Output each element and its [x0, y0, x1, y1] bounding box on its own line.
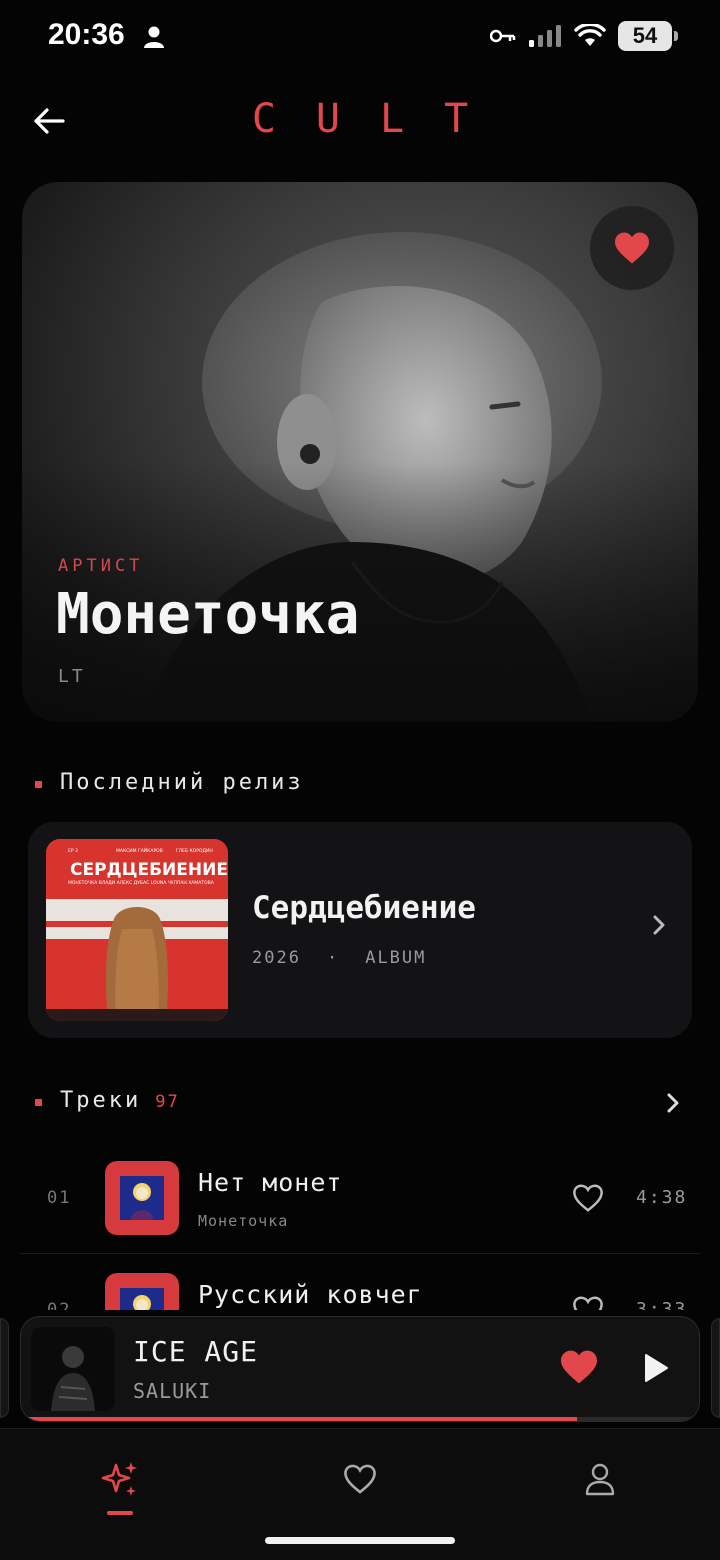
nav-discover[interactable] [80, 1451, 160, 1507]
release-cover-title: СЕРДЦЕБИЕНИЕ [70, 860, 228, 880]
battery-indicator: 54 [618, 21, 678, 51]
profile-icon [585, 1463, 615, 1496]
home-indicator [265, 1537, 455, 1544]
release-separator: · [326, 948, 340, 968]
svg-text:ЕР 3: ЕР 3 [68, 848, 78, 854]
now-playing-cover [31, 1327, 115, 1411]
wifi-icon [574, 24, 606, 46]
track-cover-art [120, 1176, 164, 1220]
track-cover-art [120, 1288, 164, 1310]
artist-hero-card: АРТИСТ Монеточка LT [22, 182, 698, 722]
heart-outline-icon [344, 1464, 376, 1494]
now-playing-title: ICE AGE [133, 1335, 259, 1368]
section-bullet [35, 781, 42, 788]
artist-name: Монеточка [56, 582, 360, 647]
sparkles-icon [101, 1462, 137, 1496]
release-year: 2026 [252, 948, 301, 968]
release-meta: 2026 · ALBUM [252, 948, 426, 968]
artist-favorite-button[interactable] [590, 206, 674, 290]
nav-favorites[interactable] [320, 1451, 400, 1507]
track-row[interactable]: 02 Русский ковчег 3:33 [0, 1262, 720, 1310]
release-type: ALBUM [365, 948, 427, 968]
status-icons: 54 [490, 20, 678, 52]
latest-release-heading: Последний релиз [60, 770, 304, 795]
track-row[interactable]: 01 Нет монет Монеточка 4:38 [0, 1150, 720, 1250]
person-icon [144, 26, 164, 48]
track-title: Русский ковчег [198, 1280, 423, 1309]
app-title: CULT [251, 96, 509, 142]
heart-outline-icon[interactable] [571, 1295, 605, 1310]
prev-player-card-edge[interactable] [0, 1318, 9, 1418]
heart-filled-icon [615, 232, 649, 264]
svg-text:МАКСИМ ГАЙКАРОВ: МАКСИМ ГАЙКАРОВ [116, 847, 163, 854]
track-number: 01 [47, 1188, 72, 1208]
chevron-right-icon [653, 915, 665, 935]
svg-text:МОНЕТОЧКА ВЛАДИ АЛЕКС ДУБАС LO: МОНЕТОЧКА ВЛАДИ АЛЕКС ДУБАС LOUNA ЧУЛПАН… [68, 880, 215, 886]
latest-release-card[interactable]: ЕР 3 МАКСИМ ГАЙКАРОВ ГЛЕБ КОРОДИН СЕРДЦЕ… [28, 822, 692, 1038]
release-cover-art: ЕР 3 МАКСИМ ГАЙКАРОВ ГЛЕБ КОРОДИН СЕРДЦЕ… [46, 839, 228, 1021]
play-icon[interactable] [643, 1353, 669, 1383]
track-duration: 3:33 [636, 1299, 688, 1310]
track-artist: Монеточка [198, 1212, 289, 1230]
tracks-chevron-right-icon[interactable] [666, 1092, 680, 1114]
track-cover [105, 1161, 179, 1235]
cellular-signal-icon [529, 25, 561, 47]
artist-kind-label: АРТИСТ [58, 556, 144, 576]
divider [20, 1253, 700, 1254]
tracks-heading[interactable]: Треки 97 [60, 1088, 180, 1113]
key-icon [490, 29, 516, 43]
status-time: 20:36 [48, 18, 125, 51]
bottom-navigation [0, 1428, 720, 1560]
nav-profile[interactable] [560, 1451, 640, 1507]
track-number: 02 [47, 1300, 72, 1310]
release-cover: ЕР 3 МАКСИМ ГАЙКАРОВ ГЛЕБ КОРОДИН СЕРДЦЕ… [46, 839, 228, 1021]
svg-text:ГЛЕБ КОРОДИН: ГЛЕБ КОРОДИН [176, 848, 213, 854]
now-playing-cover-art [31, 1327, 115, 1411]
heart-outline-icon[interactable] [571, 1183, 605, 1213]
playback-progress[interactable] [21, 1417, 699, 1421]
nav-active-indicator [107, 1511, 133, 1515]
now-playing-artist: SALUKI [133, 1379, 212, 1403]
tracks-count: 97 [155, 1092, 180, 1112]
heart-filled-icon[interactable] [559, 1349, 599, 1385]
section-bullet [35, 1099, 42, 1106]
track-duration: 4:38 [636, 1187, 688, 1208]
next-player-card-edge[interactable] [711, 1318, 720, 1418]
playback-progress-fill [21, 1417, 577, 1421]
mini-player[interactable]: ICE AGE SALUKI [20, 1316, 700, 1422]
release-title: Сердцебиение [252, 890, 476, 926]
track-title: Нет монет [198, 1168, 343, 1197]
track-cover [105, 1273, 179, 1310]
artist-subtitle: LT [58, 666, 86, 687]
tracks-title: Треки [60, 1088, 142, 1113]
